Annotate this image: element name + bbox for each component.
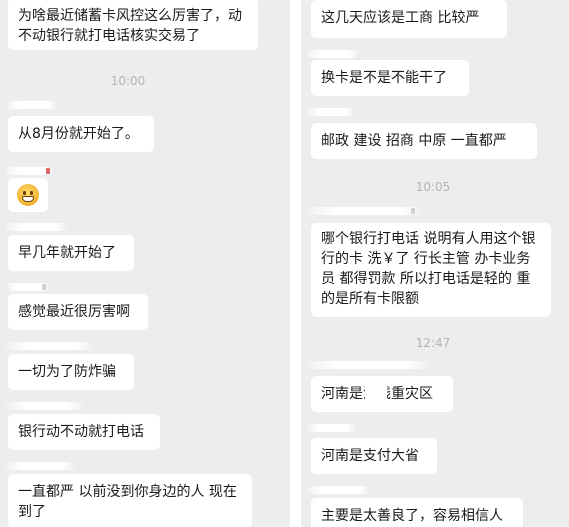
redacted-username: [307, 486, 371, 494]
message-text: 一直都严 以前没到你身边的人 现在到了: [18, 484, 237, 520]
message-text: 这几天应该是工商 比较严: [321, 10, 480, 26]
message-bubble[interactable]: 银行动不动就打电话: [8, 414, 160, 450]
message-text: 感觉最近很厉害啊: [18, 304, 130, 320]
chat-panel-left: 为啥最近储蓄卡风控这么厉害了，动不动银行就打电话核实交易了 10:00 从8月份…: [0, 0, 290, 527]
message-text: 一切为了防炸骗: [18, 364, 116, 380]
timestamp: 12:47: [415, 336, 451, 350]
grinning-face-emoji-icon: [17, 184, 39, 206]
redacted-username: [6, 402, 84, 410]
redacted-username: [307, 424, 357, 432]
message-text: 为啥最近储蓄卡风控这么厉害了，动不动银行就打电话核实交易了: [18, 8, 242, 44]
message-text: 银行动不动就打电话: [18, 424, 144, 440]
chat-panel-right: 这几天应该是工商 比较严 换卡是不是不能干了 邮政 建设 招商 中原 一直都严 …: [301, 0, 569, 527]
timestamp: 10:00: [110, 74, 146, 88]
redacted-username: [6, 342, 94, 350]
message-bubble[interactable]: 河南是洗钱重灾区: [311, 376, 453, 412]
message-bubble[interactable]: 哪个银行打电话 说明有人用这个银行的卡 洗￥了 行长主管 办卡业务员 都得罚款 …: [311, 223, 551, 317]
redacted-username: [307, 50, 359, 58]
message-text: 邮政 建设 招商 中原 一直都严: [321, 133, 507, 149]
message-bubble[interactable]: 感觉最近很厉害啊: [8, 294, 148, 330]
message-bubble[interactable]: 邮政 建设 招商 中原 一直都严: [311, 123, 537, 159]
message-text: 哪个银行打电话 说明有人用这个银行的卡 洗￥了 行长主管 办卡业务员 都得罚款 …: [321, 231, 536, 307]
message-text: 从8月份就开始了。: [18, 126, 139, 142]
message-text: 河南是支付大省: [321, 448, 419, 464]
message-bubble[interactable]: 为啥最近储蓄卡风控这么厉害了，动不动银行就打电话核实交易了: [8, 0, 258, 50]
message-bubble[interactable]: 主要是太善良了，容易相信人: [311, 498, 523, 527]
message-bubble[interactable]: 早几年就开始了: [8, 235, 134, 271]
redacted-username: [6, 101, 58, 109]
message-bubble[interactable]: 河南是支付大省: [311, 438, 437, 474]
message-bubble[interactable]: 换卡是不是不能干了: [311, 60, 469, 96]
redacted-username: [6, 462, 76, 470]
redacted-username: [6, 167, 54, 175]
message-bubble[interactable]: 一直都严 以前没到你身边的人 现在到了: [8, 474, 252, 527]
redacted-username: [307, 108, 355, 116]
message-text: 主要是太善良了，容易相信人: [321, 508, 503, 524]
redacted-username: [307, 361, 433, 369]
redacted-username: [307, 207, 425, 215]
message-bubble[interactable]: 这几天应该是工商 比较严: [311, 0, 507, 38]
redacted-username: [6, 223, 68, 231]
message-bubble[interactable]: 从8月份就开始了。: [8, 116, 154, 152]
timestamp: 10:05: [415, 180, 451, 194]
message-text: 早几年就开始了: [18, 245, 116, 261]
message-bubble[interactable]: [8, 178, 48, 212]
message-bubble[interactable]: 一切为了防炸骗: [8, 354, 134, 390]
censor-mark: [365, 384, 387, 404]
message-text: 换卡是不是不能干了: [321, 70, 447, 86]
redacted-username: [6, 283, 50, 291]
